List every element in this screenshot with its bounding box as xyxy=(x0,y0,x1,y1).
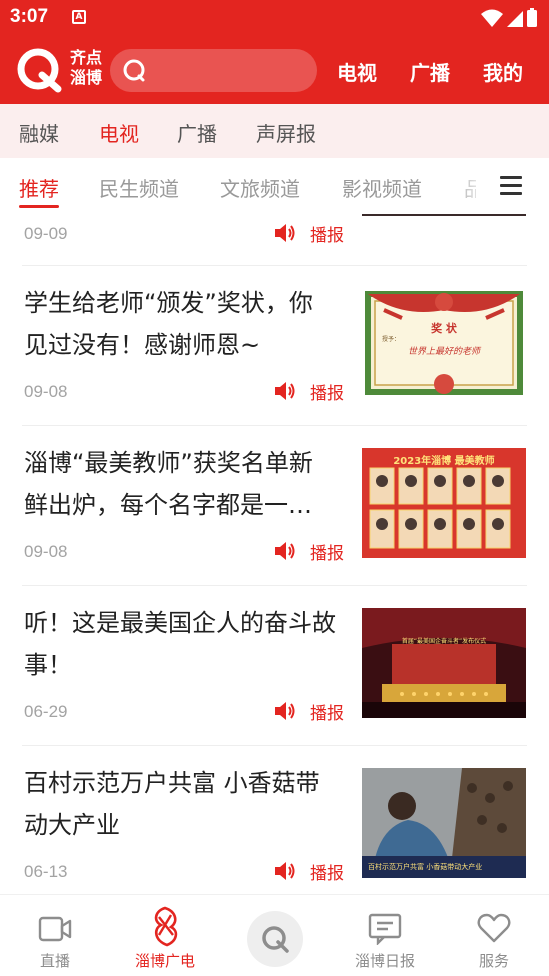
newspaper-icon xyxy=(368,913,402,945)
news-date: 06-29 xyxy=(24,702,68,721)
certificate-image xyxy=(365,291,523,395)
news-thumbnail: 首届“最美国企奋斗者”发布仪式 xyxy=(362,608,526,718)
play-broadcast-button[interactable]: 播报 xyxy=(274,222,344,246)
list-item[interactable]: 学生给老师“颁发”奖状，你见过没有！感谢师恩~ 09-08 播报 奖 状 授予：… xyxy=(0,266,549,426)
center-home-button[interactable] xyxy=(247,911,303,967)
news-date: 09-08 xyxy=(24,542,68,561)
search-icon xyxy=(123,59,145,82)
menu-icon[interactable] xyxy=(500,176,522,196)
status-bar: 3:07 A xyxy=(0,0,549,36)
news-date: 09-09 xyxy=(24,224,68,243)
play-label: 播报 xyxy=(310,703,344,724)
certificate-line: 世界上最好的老师 xyxy=(407,347,480,357)
teacher-banner: 2023年淄博 最美教师 xyxy=(393,456,495,467)
play-label: 播报 xyxy=(310,383,344,404)
header-nav-radio[interactable]: 广播 xyxy=(410,57,450,86)
channel-wenlv[interactable]: 文旅频道 xyxy=(220,173,300,202)
play-broadcast-button[interactable]: 播报 xyxy=(274,860,344,884)
tab-service[interactable]: 服务 xyxy=(439,895,549,976)
stage-image xyxy=(362,608,526,718)
wifi-icon xyxy=(481,9,503,27)
play-broadcast-button[interactable]: 播报 xyxy=(274,540,344,564)
category-rongmei[interactable]: 融媒 xyxy=(19,118,59,147)
list-item[interactable]: 百村示范万户共富 小香菇带动大产业 06-13 播报 百村示范万户共富 小香菇带… xyxy=(0,746,549,894)
tab-label: 淄博广电 xyxy=(134,952,195,970)
speaker-icon xyxy=(275,542,295,560)
app-logo-text: 齐点 淄博 xyxy=(70,48,114,88)
app-header: 3:07 A 齐点 淄博 电视 广播 我的 xyxy=(0,0,549,104)
channel-fade xyxy=(448,160,488,210)
play-broadcast-button[interactable]: 播报 xyxy=(274,700,344,724)
battery-icon xyxy=(527,8,537,27)
tab-label: 淄博日报 xyxy=(354,952,415,970)
play-broadcast-button[interactable]: 播报 xyxy=(274,380,344,404)
news-title: 百村示范万户共富 小香菇带动大产业 xyxy=(24,769,320,839)
header-nav-mine[interactable]: 我的 xyxy=(483,57,523,86)
news-date: 06-13 xyxy=(24,862,68,881)
signal-icon xyxy=(507,11,523,27)
speaker-icon xyxy=(275,224,295,242)
heart-icon xyxy=(477,913,511,943)
status-time: 3:07 xyxy=(10,6,49,27)
tab-zibo-broadcast[interactable]: 淄博广电 xyxy=(110,895,220,976)
search-box[interactable] xyxy=(110,49,317,92)
channel-yingshi[interactable]: 影视频道 xyxy=(342,173,422,202)
tab-live[interactable]: 直播 xyxy=(0,895,110,976)
play-label: 播报 xyxy=(310,543,344,564)
speaker-icon xyxy=(275,702,295,720)
list-item[interactable]: 淄博“最美教师”获奖名单新鲜出炉，每个名字都是一… 09-08 播报 2023年… xyxy=(0,426,549,586)
play-label: 播报 xyxy=(310,225,344,246)
certificate-to: 授予： xyxy=(382,336,401,343)
news-thumbnail: 百村示范万户共富 小香菇带动大产业 xyxy=(362,768,526,878)
news-thumbnail xyxy=(362,214,526,216)
news-thumbnail: 2023年淄博 最美教师 xyxy=(362,448,526,558)
mushroom-caption: 百村示范万户共富 小香菇带动大产业 xyxy=(368,863,483,871)
active-channel-indicator xyxy=(19,205,59,208)
list-item[interactable]: 听！这是最美国企人的奋斗故事！ 06-29 播报 首届“最美国企奋斗者”发布仪式 xyxy=(0,586,549,746)
tab-zibo-daily[interactable]: 淄博日报 xyxy=(330,895,440,976)
bottom-tab-bar: 直播 淄博广电 淄博日报 服务 xyxy=(0,894,549,976)
qidian-logo-icon[interactable] xyxy=(16,47,62,93)
logo-text-line-1: 齐点 xyxy=(70,48,103,67)
category-radio[interactable]: 广播 xyxy=(177,118,217,147)
qidian-logo-icon xyxy=(262,926,289,953)
play-label: 播报 xyxy=(310,863,344,884)
video-camera-icon xyxy=(38,916,72,942)
news-date: 09-08 xyxy=(24,382,68,401)
category-tv[interactable]: 电视 xyxy=(99,118,139,147)
search-input[interactable] xyxy=(154,57,304,83)
tab-label: 服务 xyxy=(478,952,509,970)
news-title: 听！这是最美国企人的奋斗故事！ xyxy=(24,609,336,679)
news-list[interactable]: 09-09 播报 学生给老师“颁发”奖状，你见过没有！感谢师恩~ 09-08 播… xyxy=(0,214,549,894)
category-shengpingbao[interactable]: 声屏报 xyxy=(256,118,316,147)
stage-banner: 首届“最美国企奋斗者”发布仪式 xyxy=(401,638,487,645)
list-item[interactable]: 09-09 播报 xyxy=(0,214,549,266)
notification-icon: A xyxy=(72,10,86,24)
channel-minsheng[interactable]: 民生频道 xyxy=(99,173,179,202)
channel-recommend[interactable]: 推荐 xyxy=(19,173,59,202)
speaker-icon xyxy=(275,862,295,880)
tab-label: 直播 xyxy=(39,952,70,970)
news-title: 淄博“最美教师”获奖名单新鲜出炉，每个名字都是一… xyxy=(24,449,313,519)
news-thumbnail: 奖 状 授予： 世界上最好的老师 xyxy=(362,288,526,398)
header-nav-tv[interactable]: 电视 xyxy=(337,57,377,86)
logo-text-line-2: 淄博 xyxy=(70,68,103,87)
system-status-icons xyxy=(481,8,537,27)
speaker-icon xyxy=(275,382,295,400)
zibo-broadcast-logo-icon xyxy=(154,906,178,947)
news-title: 学生给老师“颁发”奖状，你见过没有！感谢师恩~ xyxy=(24,289,313,359)
